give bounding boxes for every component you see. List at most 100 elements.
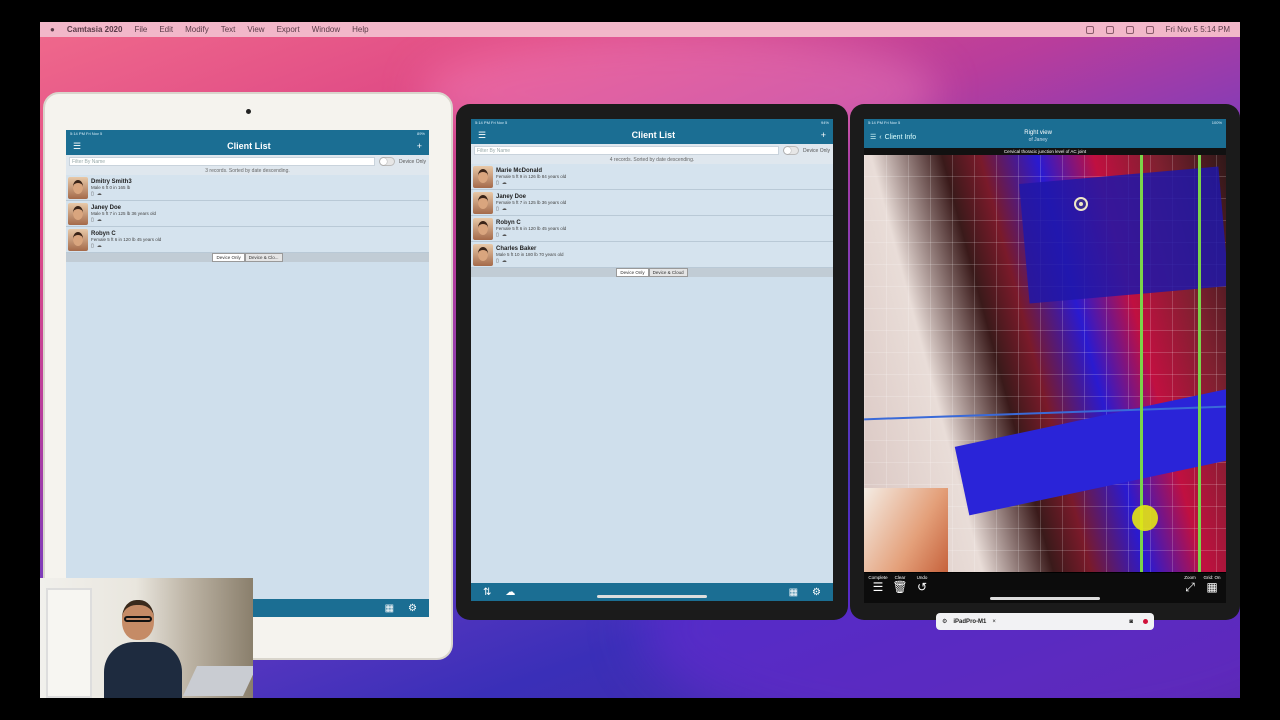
undo-button[interactable]: Undo ↺ [912,575,932,594]
menu-edit[interactable]: Edit [159,25,173,34]
home-indicator[interactable] [990,597,1100,600]
webcam-overlay [40,578,253,698]
clear-button[interactable]: Clear 🗑 [890,575,910,594]
menu-window[interactable]: Window [312,25,340,34]
menu-modify[interactable]: Modify [185,25,209,34]
home-indicator[interactable] [597,595,707,598]
filter-input[interactable]: Filter By Name [474,146,780,155]
menu-app-name[interactable]: Camtasia 2020 [67,25,123,34]
presenter-glasses [124,616,152,622]
cloud-icon: ☁ [96,242,102,249]
sort-icon[interactable]: ⇅ [483,587,491,598]
menu-export[interactable]: Export [277,25,300,34]
posture-photo[interactable] [864,155,1226,572]
menubar-clock[interactable]: Fri Nov 5 5:14 PM [1166,25,1230,34]
camera-icon[interactable]: ◙ [1129,619,1133,625]
background-door [46,588,92,698]
presenter-body [104,642,182,698]
client-row[interactable]: Charles Baker Male 5 ft 10 in 180 lb 70 … [471,242,833,268]
marker-point[interactable] [1074,197,1088,211]
back-label: Client Info [884,133,917,141]
ipad-device-2: 5:14 PM Fri Nov 5 94% ☰ Client List + Fi… [456,104,848,620]
cloud-icon: ☁ [501,179,507,186]
device-icon: ▯ [91,190,94,197]
device-name: iPadPro-M1 [953,618,987,625]
filter-input[interactable]: Filter By Name [69,157,376,166]
cloud-icon: ☁ [501,231,507,238]
reference-thumbnail[interactable] [864,488,948,572]
menu-file[interactable]: File [134,25,147,34]
storage-segment: Device Only Device & Cloud [471,268,833,277]
grid-toggle-button[interactable]: Grid: On ▦ [1202,575,1222,594]
segment-device-only[interactable]: Device Only [616,268,649,277]
add-icon[interactable]: + [417,141,422,151]
menu-icon[interactable]: ☰ [73,141,81,152]
back-button[interactable]: ☰ ‹ Client Info [870,133,917,142]
photo-region [1019,166,1226,304]
settings-icon[interactable]: ⚙ [408,603,417,614]
filter-bar: Filter By Name Device Only [66,155,429,168]
client-row[interactable]: Robyn C Female 5 ft 6 in 120 lb 45 years… [471,216,833,242]
view-subtitle: of Janey [1028,137,1048,143]
device-only-label: Device Only [399,158,426,165]
client-row[interactable]: Dmitry Smith3 Male 6 ft 0 in 165 lb ▯ ☁ [66,175,429,201]
cloud-icon: ☁ [96,190,102,197]
client-desc: Female 5 ft 7 in 125 lb 36 years old [496,199,567,205]
zoom-button[interactable]: Zoom ⤢ [1180,575,1200,594]
apple-icon[interactable]: ● [50,25,55,34]
cloud-sync-icon[interactable]: ☁ [505,587,515,598]
add-icon[interactable]: + [821,130,826,140]
search-icon[interactable] [1145,25,1154,34]
device-only-toggle[interactable] [379,157,396,166]
device-icon: ▯ [91,216,94,223]
record-indicator-icon [1143,619,1148,624]
device-icon: ▯ [496,257,499,264]
device-icon: ▯ [496,205,499,212]
menu-help[interactable]: Help [352,25,368,34]
cloud-icon: ☁ [501,257,507,264]
presenter [104,600,182,698]
view-title: Right view of Janey [1024,130,1052,144]
laptop [183,666,253,696]
grid-icon[interactable]: ▦ [385,603,394,614]
grid-icon[interactable]: ▦ [789,587,798,598]
device-icon: ▯ [496,179,499,186]
avatar [473,165,493,188]
tab-bar: ⇅ ☁ ▦ ⚙ [471,583,833,601]
settings-icon[interactable]: ⚙ [812,587,821,598]
trash-icon: 🗑 [892,580,908,594]
storage-segment: Device Only Device & Clo... [66,253,429,262]
cloud-icon: ☁ [501,205,507,212]
client-row[interactable]: Janey Doe Female 5 ft 7 in 125 lb 36 yea… [471,190,833,216]
records-count: 4 records. Sorted by date descending. [471,157,833,164]
segment-device-cloud[interactable]: Device & Clo... [244,253,283,262]
cloud-icon: ☁ [96,216,102,223]
segment-device-only[interactable]: Device Only [212,253,245,262]
device-icon: ▯ [496,231,499,238]
status-icon[interactable] [1105,25,1114,34]
status-time: 5:14 PM Fri Nov 5 [868,120,901,125]
camera-dot [246,109,251,114]
menu-view[interactable]: View [247,25,264,34]
close-icon[interactable]: × [992,619,996,625]
view-title-main: Right view [1024,130,1052,136]
device-only-toggle[interactable] [783,146,800,155]
menu-icon[interactable]: ☰ [478,130,486,141]
ipad-device-3: 5:14 PM Fri Nov 5 100% ☰ ‹ Client Info R… [850,104,1240,620]
status-time: 5:14 PM Fri Nov 5 [475,120,508,125]
chevron-left-icon: ‹ [879,133,882,141]
complete-button[interactable]: Complete ☰ [868,575,888,594]
segment-device-cloud[interactable]: Device & Cloud [648,268,688,277]
client-row[interactable]: Marie McDonald Female 5 ft 9 in 126 lb 8… [471,164,833,190]
menu-icon[interactable]: ☰ [870,133,876,141]
status-icon[interactable] [1085,25,1094,34]
avatar [473,191,493,214]
vertical-guide-line[interactable] [1198,155,1201,572]
device-only-label: Device Only [803,147,830,154]
client-desc: Male 6 ft 0 in 165 lb [91,184,131,190]
wifi-icon[interactable] [1125,25,1134,34]
gear-icon[interactable]: ⚙ [942,618,947,625]
menu-text[interactable]: Text [221,25,236,34]
client-row[interactable]: Robyn C Female 5 ft 6 in 120 lb 45 years… [66,227,429,253]
client-row[interactable]: Janey Doe Male 5 ft 7 in 125 lb 36 years… [66,201,429,227]
